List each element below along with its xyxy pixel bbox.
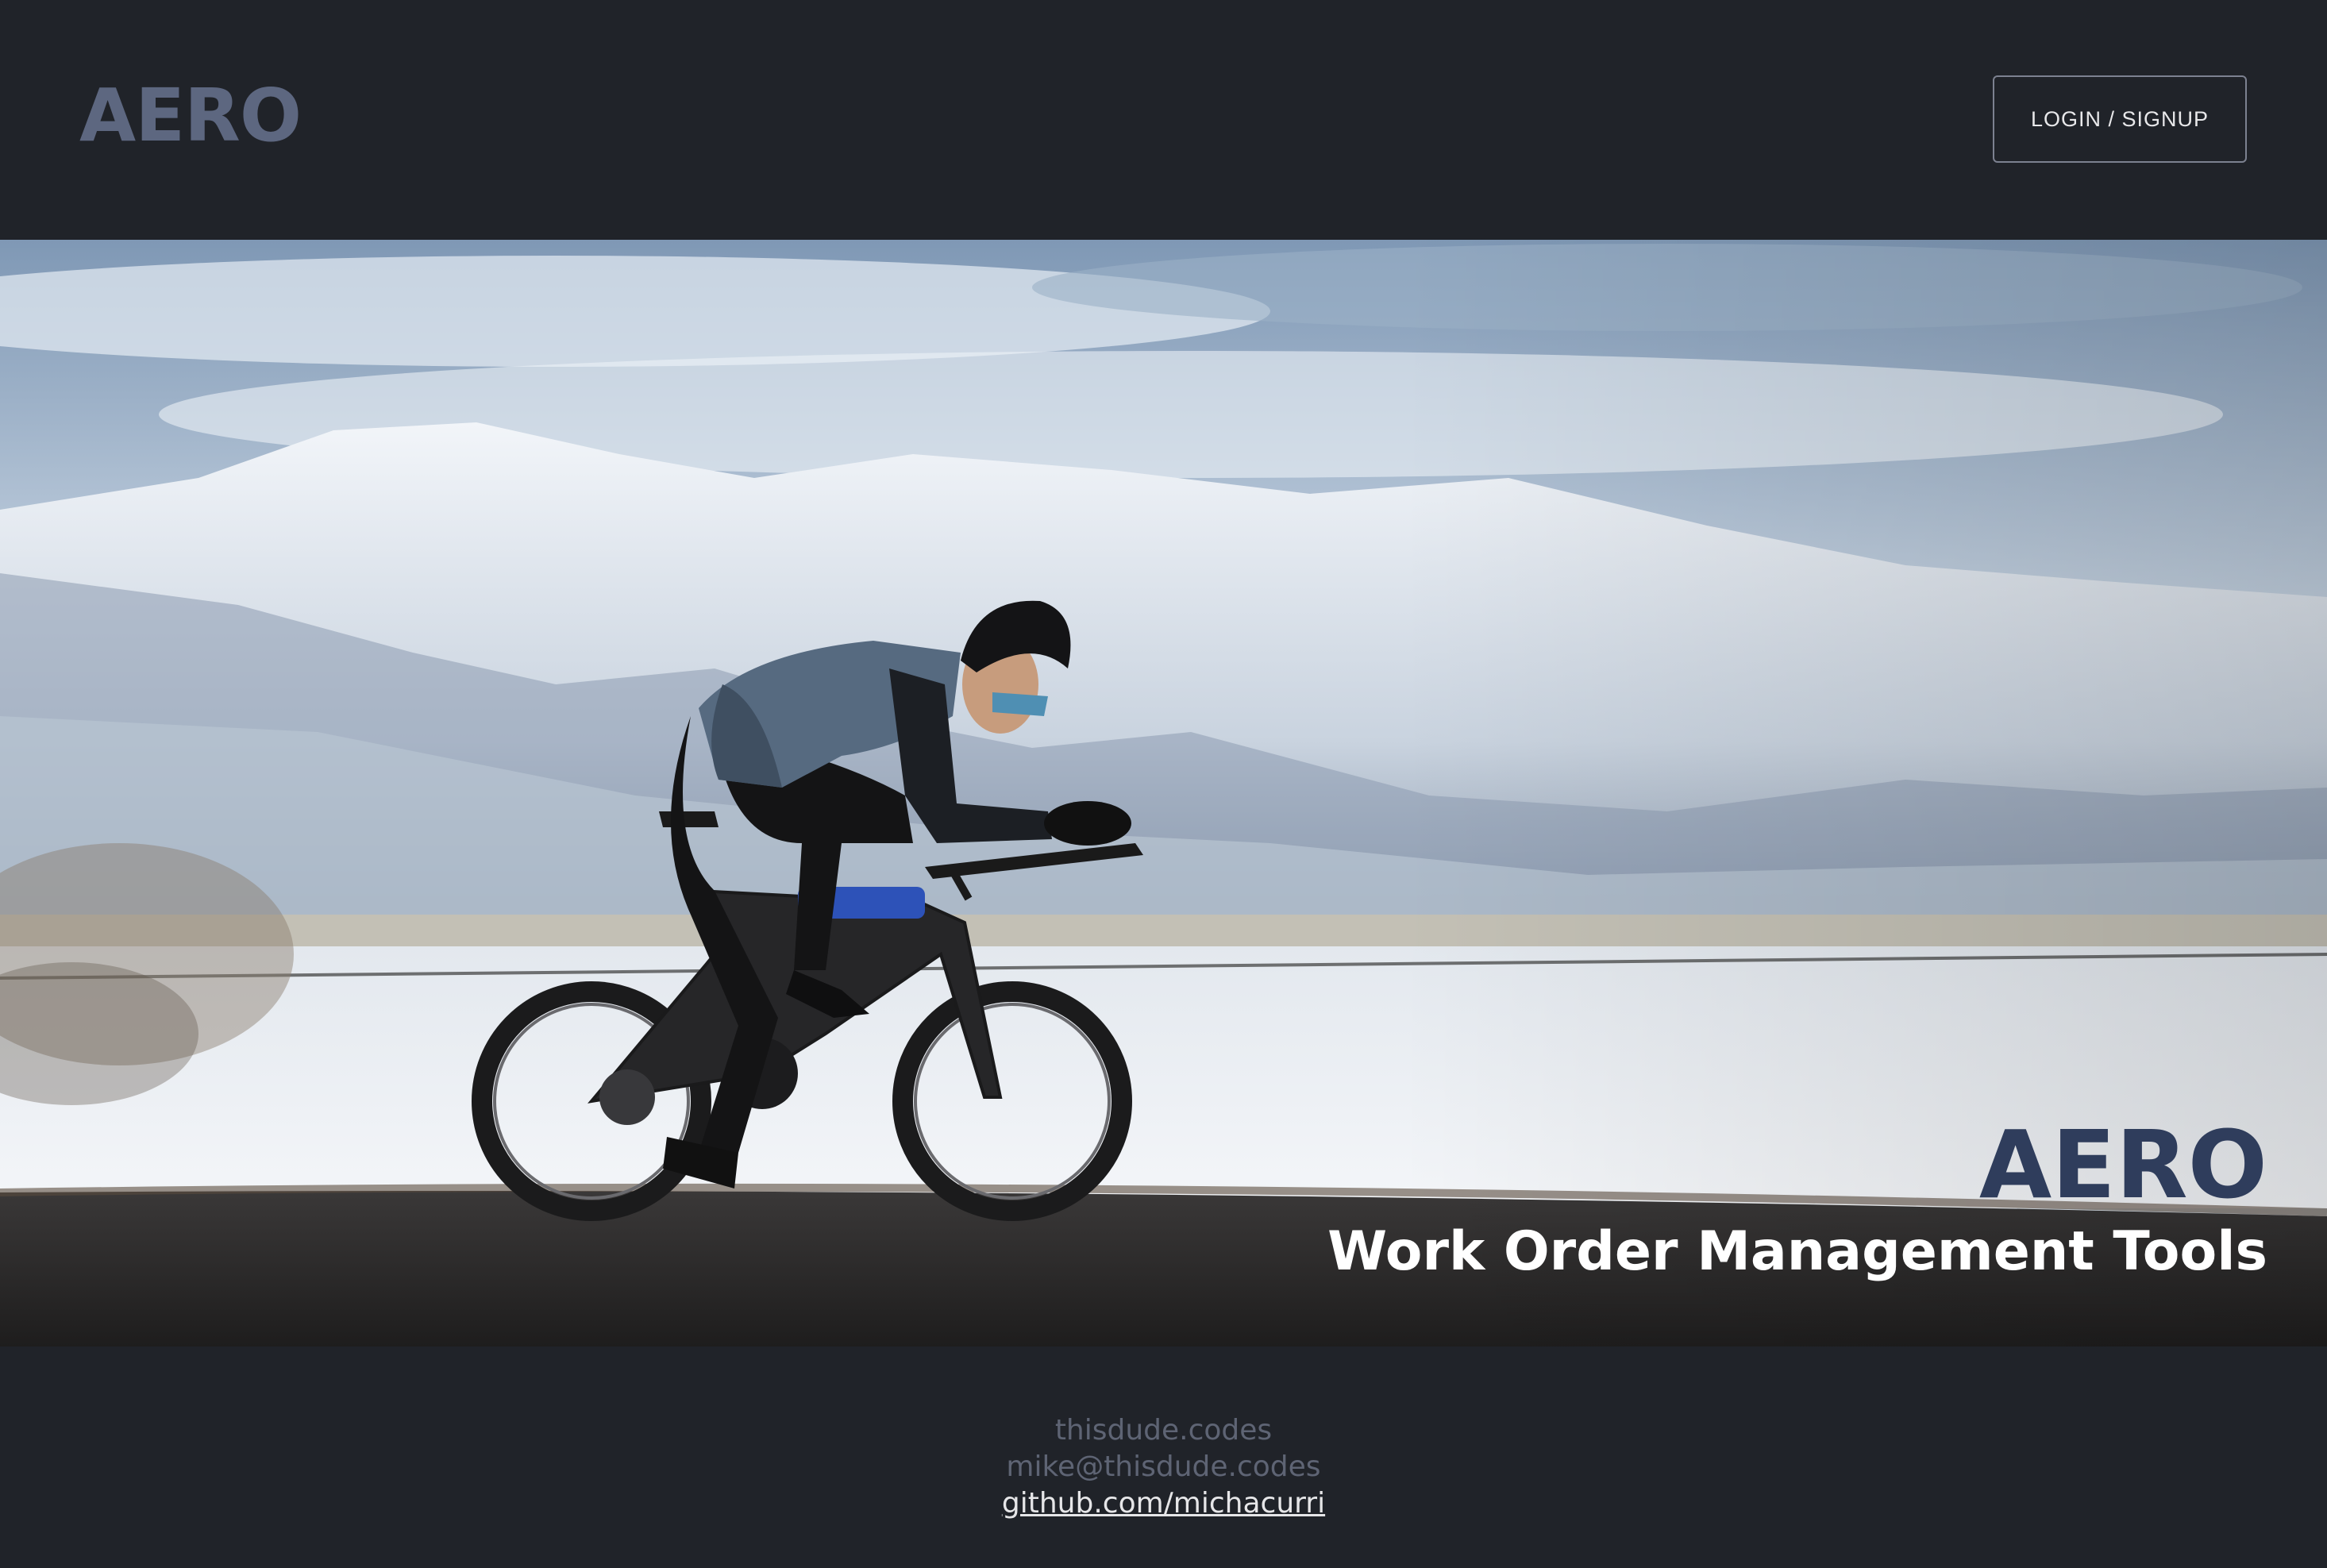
hero-title: AERO	[1978, 1110, 2267, 1219]
footer-email-link[interactable]: mike@thisdude.codes	[0, 1453, 2327, 1481]
header: AERO LOGIN / SIGNUP	[0, 0, 2327, 240]
landing-page: AERO LOGIN / SIGNUP AERO Work Order Mana…	[0, 0, 2327, 1568]
hero-cyclist-image	[0, 240, 2327, 1346]
footer: thisdude.codes mike@thisdude.codes githu…	[0, 1346, 2327, 1568]
hero-banner	[0, 240, 2327, 1346]
footer-site-link[interactable]: thisdude.codes	[0, 1416, 2327, 1445]
header-logo[interactable]: AERO	[79, 79, 302, 152]
hero-subtitle: Work Order Management Tools	[1327, 1220, 2267, 1283]
footer-github-link[interactable]: github.com/michacurri	[0, 1489, 2327, 1518]
login-signup-button[interactable]: LOGIN / SIGNUP	[1993, 75, 2247, 163]
